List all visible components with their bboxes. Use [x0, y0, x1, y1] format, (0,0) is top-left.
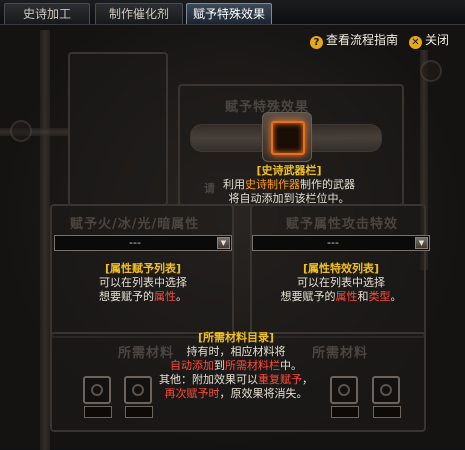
close-link-label: 关闭 — [425, 33, 450, 47]
weapon-slot-line1: 利用史诗制作器制作的武器 — [178, 178, 400, 192]
weapon-slot-title: [史诗武器栏] — [256, 164, 322, 177]
slot-ring-icon — [132, 384, 144, 396]
chevron-down-icon[interactable]: ▼ — [217, 237, 230, 249]
material-info: [所需材料目录] 持有时，相应材料将 自动添加到所需材料栏中。 其他：附加效果可… — [148, 331, 324, 401]
highlight-text: 属性 — [154, 290, 176, 303]
guide-link-label: 查看流程指南 — [326, 33, 399, 47]
text: ，原效果将消失。 — [219, 387, 308, 400]
material-slot[interactable] — [330, 376, 358, 404]
decor-pipe — [40, 30, 50, 450]
tab-special-effect[interactable]: 赋予特殊效果 — [186, 3, 272, 24]
text: 想要赋予的 — [99, 290, 154, 303]
slot-ring-icon — [91, 384, 103, 396]
material-count-box — [84, 406, 112, 418]
attr-list-line2: 想要赋予的属性。 — [54, 290, 232, 304]
weapon-slot-line2: 将自动添加到该栏位中。 — [228, 192, 350, 205]
effect-list-info: [属性特效列表] 可以在列表中选择 想要赋予的属性和类型。 — [252, 262, 430, 304]
weapon-slot[interactable] — [271, 121, 305, 155]
slot-ring-icon — [380, 384, 392, 396]
effect-list-line2: 想要赋予的属性和类型。 — [252, 290, 430, 304]
highlight-text: 重复赋予 — [258, 373, 302, 386]
decor-bolt — [10, 120, 32, 142]
text: 到 — [214, 359, 225, 372]
material-line3: 其他：附加效果可以重复赋予， — [148, 373, 324, 387]
text: 。 — [390, 290, 402, 303]
material-count-box — [373, 406, 401, 418]
tab-epic-processing[interactable]: 史诗加工 — [4, 3, 90, 24]
slot-ring-icon — [338, 384, 350, 396]
text: 。 — [176, 290, 187, 303]
ghost-title-left: 赋予火/冰/光/暗属性 — [70, 217, 200, 232]
material-line1: 持有时，相应材料将 — [186, 345, 286, 358]
ghost-title-right: 赋予属性攻击特效 — [286, 217, 399, 232]
text: ， — [302, 373, 313, 386]
text: 和 — [357, 290, 369, 303]
attr-list-line1: 可以在列表中选择 — [99, 276, 187, 289]
material-slot[interactable] — [83, 376, 111, 404]
text: 制作的武器 — [300, 178, 355, 191]
material-slot[interactable] — [124, 376, 152, 404]
material-title: [所需材料目录] — [197, 331, 275, 344]
highlight-text: 自动添加 — [170, 359, 214, 372]
material-line4: 再次赋予时，原效果将消失。 — [148, 387, 324, 401]
close-link[interactable]: ✕ 关闭 — [409, 31, 449, 49]
effect-list-title: [属性特效列表] — [302, 262, 380, 275]
material-slot[interactable] — [372, 376, 400, 404]
highlight-text: 史诗制作器 — [245, 178, 300, 191]
attr-list-info: [属性赋予列表] 可以在列表中选择 想要赋予的属性。 — [54, 262, 232, 304]
tab-catalyst-crafting[interactable]: 制作催化剂 — [95, 3, 183, 24]
highlight-text: 所需材料栏 — [225, 359, 280, 372]
question-icon: ? — [310, 36, 323, 49]
guide-link[interactable]: ? 查看流程指南 — [310, 31, 398, 49]
effect-list-line1: 可以在列表中选择 — [297, 276, 385, 289]
text: 想要赋予的 — [280, 290, 336, 303]
decor-frame-left — [68, 52, 168, 206]
material-count-box — [125, 406, 153, 418]
text: 中。 — [280, 359, 302, 372]
highlight-text: 再次赋予时 — [164, 387, 220, 400]
material-line2: 自动添加到所需材料栏中。 — [148, 359, 324, 373]
decor-tube — [190, 124, 262, 152]
close-x-icon: ✕ — [409, 36, 422, 49]
effect-select[interactable]: --- ▼ — [252, 235, 430, 251]
highlight-text: 属性 — [335, 290, 358, 303]
material-count-box — [331, 406, 359, 418]
decor-bolt — [420, 60, 442, 82]
highlight-text: 类型 — [368, 290, 391, 303]
text: 其他：附加效果可以 — [159, 373, 258, 386]
weapon-slot-info: [史诗武器栏] 利用史诗制作器制作的武器 将自动添加到该栏位中。 — [178, 164, 400, 206]
tab-bar: 史诗加工 制作催化剂 赋予特殊效果 — [0, 0, 465, 25]
effect-select-value: --- — [327, 236, 339, 249]
chevron-down-icon[interactable]: ▼ — [415, 237, 428, 249]
attr-list-title: [属性赋予列表] — [104, 262, 182, 275]
text: 利用 — [223, 178, 245, 191]
attribute-select-value: --- — [129, 236, 141, 249]
decor-tube — [310, 124, 382, 152]
attribute-select[interactable]: --- ▼ — [54, 235, 232, 251]
